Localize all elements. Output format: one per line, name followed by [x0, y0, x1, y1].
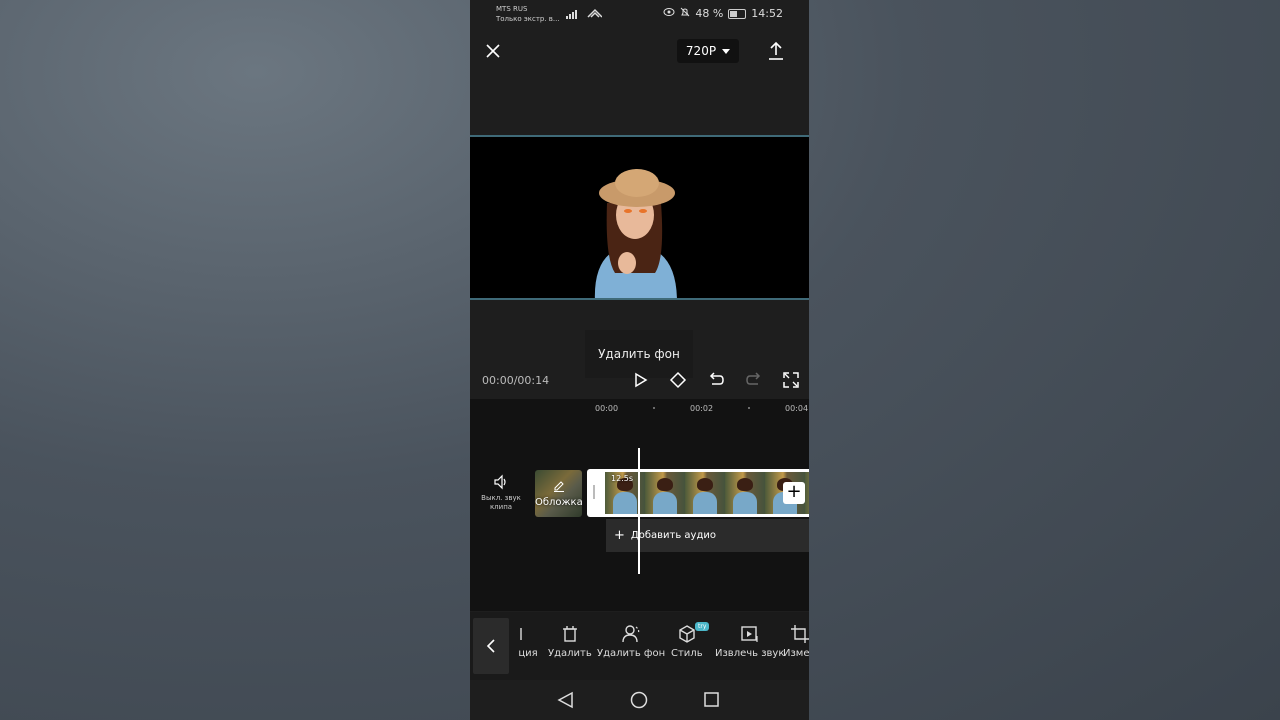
clip-frame [645, 472, 685, 514]
battery-icon [728, 8, 747, 19]
delete-icon [562, 626, 577, 642]
cover-button[interactable]: Обложка [535, 470, 582, 517]
nav-home-icon[interactable] [630, 691, 648, 709]
keyframe-diamond-icon [669, 371, 687, 389]
back-button[interactable] [473, 618, 509, 674]
export-button[interactable] [765, 40, 787, 62]
nav-back-icon[interactable] [557, 691, 573, 709]
keyframe-button[interactable] [668, 370, 688, 390]
upload-icon [769, 41, 783, 60]
tool-label: Стиль [671, 648, 703, 659]
player-controls: 00:00/00:14 [470, 368, 809, 394]
mute-bell-icon [680, 7, 690, 20]
tool-partial[interactable]: ция [518, 624, 538, 659]
play-button[interactable] [630, 370, 650, 390]
status-bar: MTS RUS Только экстр. в... 48 % 14:52 [470, 0, 809, 30]
carrier-info: MTS RUS Только экстр. в... [496, 4, 560, 24]
edit-toolbar: ция Удалить Удалить фон Стиль try Извлеч… [470, 612, 809, 680]
cover-label: Обложка [535, 497, 582, 508]
fullscreen-icon [783, 372, 799, 388]
style-cube-icon [679, 625, 695, 643]
tool-crop[interactable]: Измен [783, 624, 809, 659]
carrier-name: MTS RUS [496, 5, 528, 13]
nav-buttons [557, 691, 719, 709]
tool-label: Извлечь звук [715, 648, 785, 659]
system-nav-bar [470, 680, 809, 720]
undo-button[interactable] [706, 370, 726, 390]
tool-label: Измен [783, 648, 809, 659]
tool-delete[interactable]: Удалить [548, 624, 592, 659]
plus-icon: + [614, 528, 625, 543]
ruler-tick: 00:02 [690, 404, 714, 413]
add-clip-button[interactable]: + [783, 482, 805, 504]
playhead[interactable] [638, 448, 640, 574]
undo-icon [709, 372, 724, 385]
clip-frame [805, 472, 809, 514]
ruler-tick: 00:04 [785, 404, 809, 413]
clip-thumbnails [605, 472, 809, 514]
remove-bg-icon [622, 625, 640, 643]
tool-label: ция [518, 648, 538, 659]
battery-percent: 48 % [695, 7, 724, 20]
clip-frame [725, 472, 765, 514]
video-preview[interactable] [470, 135, 809, 300]
video-clip[interactable]: 12.5s [587, 469, 809, 517]
play-icon [635, 372, 648, 388]
fullscreen-button[interactable] [781, 370, 801, 390]
partial-icon [520, 628, 522, 640]
mute-clip-label: Выкл. звук клипа [481, 494, 521, 511]
speaker-icon [494, 474, 506, 490]
timecode: 00:00/00:14 [482, 374, 550, 387]
status-right: 48 % 14:52 [663, 7, 783, 20]
clock: 14:52 [751, 7, 783, 20]
phone-screen: MTS RUS Только экстр. в... 48 % 14:52 72… [470, 0, 809, 720]
preview-subject-image [594, 169, 677, 298]
crop-icon [790, 625, 809, 643]
resolution-dropdown[interactable]: 720P [677, 39, 739, 63]
clip-trim-handle[interactable] [593, 485, 595, 499]
nav-recents-icon[interactable] [704, 692, 719, 707]
plus-icon: + [786, 481, 802, 502]
extract-audio-icon [740, 626, 758, 642]
carrier-sub: Только экстр. в... [496, 15, 560, 23]
close-button[interactable] [482, 40, 504, 62]
redo-icon [746, 372, 761, 385]
tool-remove-background[interactable]: Удалить фон [597, 624, 665, 659]
add-audio-button[interactable]: + Добавить аудио [606, 519, 809, 552]
caret-down-icon [722, 48, 731, 54]
signal-icon [566, 8, 603, 23]
editor-top-bar: 720P [470, 36, 809, 68]
tool-label: Удалить фон [597, 648, 666, 659]
try-badge: try [695, 622, 710, 631]
ruler-dot [653, 407, 655, 409]
eye-icon [663, 7, 675, 20]
chevron-left-icon [486, 639, 495, 653]
redo-button[interactable] [744, 370, 764, 390]
clip-frame [685, 472, 725, 514]
tool-extract-audio[interactable]: Извлечь звук [715, 624, 784, 659]
tool-label: Удалить [548, 648, 592, 659]
edit-pencil-icon [554, 481, 564, 492]
close-icon [486, 44, 500, 58]
mute-clip-button[interactable]: Выкл. звук клипа [480, 474, 522, 512]
clip-duration: 12.5s [611, 474, 633, 483]
resolution-value: 720P [685, 44, 717, 58]
add-audio-label: Добавить аудио [630, 530, 716, 541]
ruler-tick: 00:00 [595, 404, 619, 413]
ruler-dot [748, 407, 750, 409]
